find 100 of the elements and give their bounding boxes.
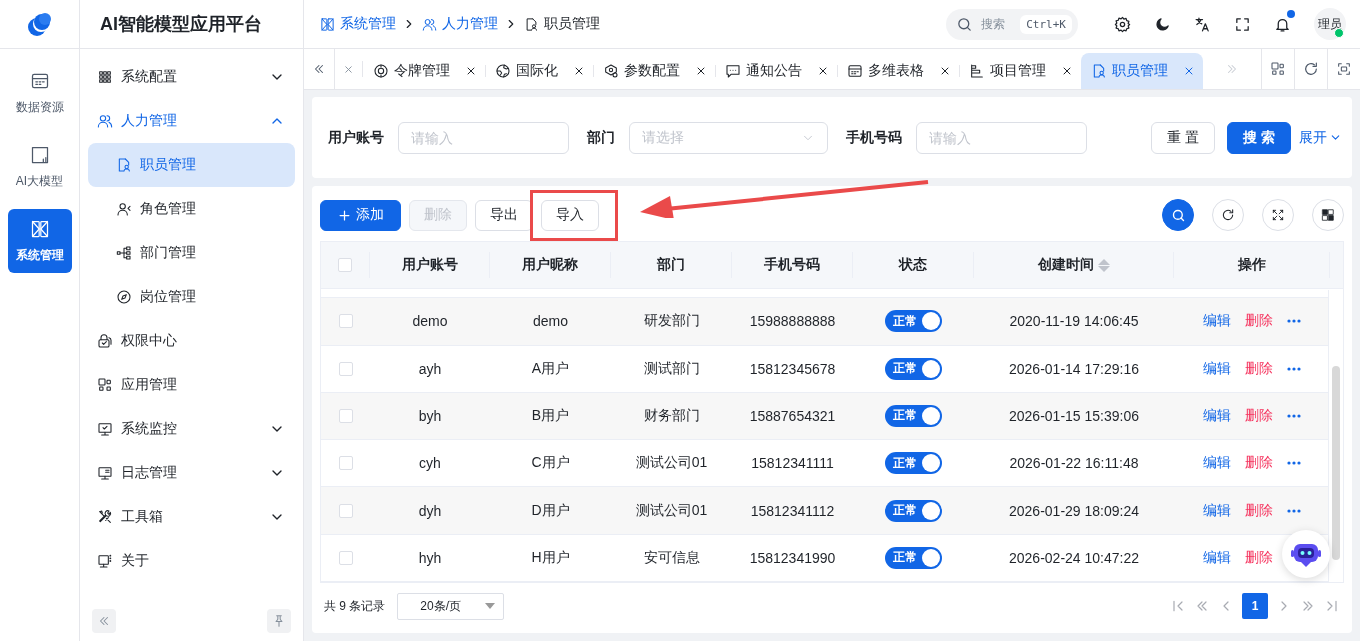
- status-switch[interactable]: 正常: [885, 546, 942, 569]
- checkbox[interactable]: [338, 409, 353, 423]
- toolbar-button[interactable]: 导入: [541, 199, 599, 231]
- more-button[interactable]: [1287, 508, 1301, 513]
- checkbox[interactable]: [338, 361, 353, 376]
- table-icon: [847, 63, 863, 79]
- toolbar-button[interactable]: 添加: [320, 199, 401, 231]
- delete-link[interactable]: 删除: [1245, 501, 1273, 520]
- grid-icon: [1270, 61, 1286, 77]
- menu-item[interactable]: 日志管理: [88, 451, 295, 495]
- close-icon[interactable]: [573, 65, 585, 77]
- delete-link[interactable]: 删除: [1245, 312, 1273, 331]
- menu-item[interactable]: 人力管理: [88, 99, 295, 143]
- table-cell-text: 研发部门: [642, 312, 701, 331]
- breadcrumb-link[interactable]: 职员管理: [524, 15, 600, 33]
- edit-link[interactable]: 编辑: [1203, 407, 1231, 425]
- moon-icon: [1153, 15, 1171, 33]
- checkbox[interactable]: [338, 258, 352, 273]
- menu-item[interactable]: 系统监控: [88, 407, 295, 451]
- more-button[interactable]: [1287, 319, 1301, 324]
- id-badge-icon: [116, 157, 132, 173]
- close-icon[interactable]: [817, 65, 829, 77]
- double-chevron-right-icon: [1225, 62, 1239, 76]
- edit-link[interactable]: 编辑: [1203, 501, 1231, 520]
- users-icon: [97, 113, 113, 129]
- monitor-icon: [97, 465, 113, 481]
- edit-link[interactable]: 编辑: [1203, 359, 1231, 378]
- menu-item[interactable]: 工具箱: [88, 495, 295, 539]
- avatar[interactable]: 理员: [1314, 8, 1346, 40]
- tab[interactable]: 通知公告: [715, 53, 837, 89]
- tab[interactable]: 项目管理: [959, 53, 1081, 89]
- rail-item[interactable]: 数据资源: [7, 61, 72, 125]
- more-button[interactable]: [1287, 366, 1301, 371]
- status-switch[interactable]: 正常: [885, 499, 942, 522]
- close-icon[interactable]: [465, 65, 477, 77]
- close-icon[interactable]: [939, 65, 951, 77]
- tab[interactable]: 国际化: [485, 53, 593, 89]
- table-cell-text: 2026-01-14 17:29:16: [1008, 360, 1140, 377]
- double-chevron-left-icon: [97, 614, 111, 628]
- globe-icon: [495, 63, 511, 79]
- delete-link[interactable]: 删除: [1245, 454, 1273, 473]
- delete-link[interactable]: 删除: [1245, 548, 1273, 567]
- table-cell-text: ayh: [417, 360, 443, 377]
- menu-item[interactable]: 权限中心: [88, 319, 295, 363]
- scrollbar-thumb[interactable]: [1332, 366, 1340, 560]
- tab[interactable]: 多维表格: [837, 53, 959, 89]
- more-button[interactable]: [1287, 414, 1301, 418]
- menu-item[interactable]: 关于: [88, 539, 295, 583]
- toolbar-button[interactable]: 导出: [475, 199, 533, 231]
- checkbox[interactable]: [338, 503, 353, 518]
- search-toggle-button[interactable]: [1162, 199, 1194, 231]
- checkbox[interactable]: [338, 550, 353, 565]
- layout-icon: [1321, 208, 1335, 222]
- edit-link[interactable]: 编辑: [1203, 454, 1231, 473]
- search-field[interactable]: 搜索 Ctrl+K: [946, 8, 1078, 40]
- pin-button[interactable]: [267, 609, 291, 633]
- menu-item[interactable]: 应用管理: [88, 363, 295, 407]
- settings-icon: [1113, 15, 1131, 33]
- more-button[interactable]: [1287, 461, 1301, 466]
- field-label: 部门: [587, 128, 615, 147]
- breadcrumb-link[interactable]: 系统管理: [320, 15, 396, 33]
- tab[interactable]: 职员管理: [1081, 53, 1203, 89]
- search-button[interactable]: 搜 索: [1227, 121, 1291, 154]
- status-switch[interactable]: 正常: [885, 357, 942, 380]
- menu-item[interactable]: 岗位管理: [88, 275, 295, 319]
- input-field[interactable]: 请输入: [398, 121, 569, 154]
- checkbox[interactable]: [338, 314, 353, 329]
- close-icon[interactable]: [1061, 65, 1073, 77]
- page-size-select[interactable]: 20条/页: [397, 592, 505, 620]
- ai-chip-icon: [29, 144, 50, 165]
- expand-link[interactable]: 展开: [1299, 128, 1342, 147]
- status-switch[interactable]: 正常: [885, 405, 942, 427]
- tab[interactable]: 令牌管理: [363, 53, 485, 89]
- table-cell-text: 15887654321: [748, 408, 837, 424]
- table-cell-text: 安可信息: [642, 548, 701, 567]
- fullscreen-icon: [1233, 15, 1251, 33]
- input-field[interactable]: 请输入: [916, 121, 1087, 154]
- status-switch[interactable]: 正常: [885, 452, 942, 475]
- menu-item[interactable]: 角色管理: [88, 187, 295, 231]
- delete-link[interactable]: 删除: [1245, 359, 1273, 378]
- reset-button[interactable]: 重 置: [1151, 121, 1216, 154]
- checkbox[interactable]: [338, 456, 353, 471]
- menu-item[interactable]: 部门管理: [88, 231, 295, 275]
- edit-link[interactable]: 编辑: [1203, 548, 1231, 567]
- rail-item[interactable]: 系统管理: [7, 209, 72, 273]
- search-icon: [1170, 207, 1186, 223]
- rail-item[interactable]: AI大模型: [7, 135, 72, 199]
- breadcrumb-link[interactable]: 人力管理: [422, 15, 498, 33]
- user-icon: [116, 201, 132, 217]
- close-icon[interactable]: [695, 65, 707, 77]
- page-button[interactable]: 1: [1242, 593, 1268, 619]
- edit-link[interactable]: 编辑: [1203, 312, 1231, 331]
- menu-item[interactable]: 职员管理: [88, 143, 295, 187]
- status-switch[interactable]: 正常: [885, 310, 942, 333]
- tab[interactable]: 参数配置: [593, 53, 715, 89]
- delete-link[interactable]: 删除: [1245, 407, 1273, 425]
- table-cell-text: byh: [417, 408, 443, 424]
- more-icon: [1287, 461, 1301, 466]
- menu-item[interactable]: 系统配置: [88, 55, 295, 99]
- table-cell-text: 15988888888: [748, 313, 837, 330]
